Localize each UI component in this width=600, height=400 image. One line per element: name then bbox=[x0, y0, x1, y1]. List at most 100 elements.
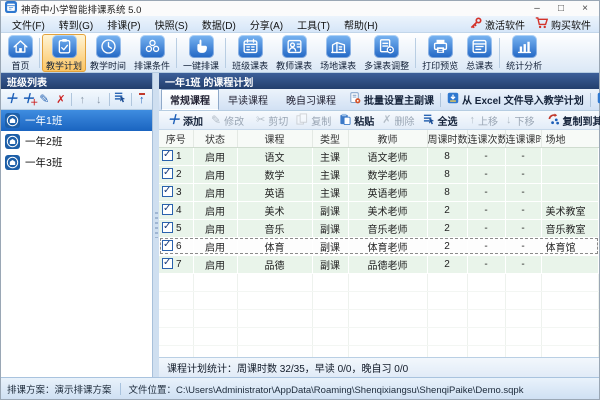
table-row[interactable]: 3 启用 英语 主课 英语老师 8 - - bbox=[159, 183, 599, 202]
sidebar-title: 班级列表 bbox=[1, 73, 152, 89]
column-header[interactable]: 场地 bbox=[541, 130, 599, 148]
paste-button[interactable]: 粘贴 bbox=[335, 113, 378, 128]
class-item-1-3[interactable]: 一年3班 bbox=[1, 152, 152, 173]
toolbar-teacher-schedule[interactable]: 教师课表 bbox=[272, 34, 316, 72]
move-down-button[interactable]: ↓ 下移 bbox=[502, 113, 539, 128]
tab-evening-self-study[interactable]: 晚自习课程 bbox=[277, 89, 345, 110]
column-header[interactable]: 课程 bbox=[237, 130, 313, 148]
course-plan-title: 一年1班 的课程计划 bbox=[159, 73, 599, 89]
add-multiple-classes-button[interactable]: ＋＋ bbox=[20, 91, 38, 108]
move-class-top-button[interactable]: ↑ bbox=[134, 91, 151, 108]
column-header[interactable]: 连课课时 bbox=[505, 130, 542, 148]
table-row[interactable]: 5 启用 音乐 副课 音乐老师 2 - - 音乐教室 bbox=[159, 219, 599, 238]
column-header[interactable]: 类型 bbox=[312, 130, 349, 148]
toolbar-teaching-time[interactable]: 教学时间 bbox=[86, 34, 130, 72]
move-class-down-button[interactable]: ↓ bbox=[91, 91, 108, 108]
column-header[interactable]: 教师 bbox=[348, 130, 428, 148]
delete-class-button[interactable]: ✗ bbox=[53, 91, 70, 108]
tab-row: 常规课程早读课程晚自习课程 批量设置主副课 从 Excel 文件导入教学计划 导… bbox=[159, 89, 600, 111]
tab-regular-courses[interactable]: 常规课程 bbox=[161, 89, 219, 110]
cell-weekly-hours: 8 bbox=[427, 183, 468, 202]
close-button[interactable]: × bbox=[573, 2, 597, 16]
column-header[interactable]: 周课时数 bbox=[427, 130, 468, 148]
menu-schedule[interactable]: 排课(P) bbox=[100, 17, 147, 32]
menu-file[interactable]: 文件(F) bbox=[5, 17, 52, 32]
toolbar-statistics[interactable]: 统计分析 bbox=[502, 34, 546, 72]
row-seq: 3 bbox=[176, 187, 182, 198]
divider bbox=[109, 92, 111, 106]
excel-import-button[interactable]: 从 Excel 文件导入教学计划 bbox=[443, 92, 588, 107]
delete-button[interactable]: ✗ 删除 bbox=[378, 113, 418, 128]
move-up-button[interactable]: ↑ 上移 bbox=[466, 113, 503, 128]
class-icon bbox=[5, 155, 20, 170]
divider bbox=[176, 37, 178, 68]
row-checkbox[interactable] bbox=[162, 149, 173, 161]
cut-button[interactable]: ✂ 剪切 bbox=[252, 113, 292, 128]
modify-course-button[interactable]: ✎ 修改 bbox=[207, 113, 248, 128]
row-checkbox[interactable] bbox=[162, 185, 173, 197]
table-row[interactable]: 4 启用 美术 副课 美术老师 2 - - 美术教室 bbox=[159, 201, 599, 220]
select-classes-button[interactable] bbox=[112, 91, 129, 108]
toolbar-class-schedule[interactable]: 班级课表 bbox=[228, 34, 272, 72]
excel-export-button[interactable]: 导出教学计划到 Excel 文件 bbox=[593, 92, 600, 107]
conditions-icon bbox=[139, 34, 165, 58]
cut-icon: ✂ bbox=[256, 113, 266, 126]
row-checkbox[interactable] bbox=[162, 203, 173, 215]
select-all-button[interactable]: 全选 bbox=[419, 113, 462, 128]
batch-set-course-type-button[interactable]: 批量设置主副课 bbox=[345, 92, 438, 107]
menu-tools[interactable]: 工具(T) bbox=[290, 17, 337, 32]
cell-type: 主课 bbox=[312, 183, 349, 202]
maximize-button[interactable]: □ bbox=[549, 2, 573, 16]
menu-snapshot[interactable]: 快照(S) bbox=[148, 17, 195, 32]
cell-type: 主课 bbox=[312, 165, 349, 184]
row-checkbox[interactable] bbox=[162, 167, 173, 179]
add-class-button[interactable]: ＋ bbox=[3, 91, 20, 108]
toolbar-print-preview[interactable]: 打印预览 bbox=[418, 34, 462, 72]
select-icon bbox=[114, 90, 126, 108]
class-item-1-2[interactable]: 一年2班 bbox=[1, 131, 152, 152]
column-header[interactable]: 连课次数 bbox=[467, 130, 506, 148]
cell-type: 副课 bbox=[312, 201, 349, 220]
move-class-up-button[interactable]: ↑ bbox=[74, 91, 91, 108]
status-file-path: 文件位置：C:\Users\Administrator\AppData\Roam… bbox=[128, 384, 524, 396]
row-checkbox[interactable] bbox=[162, 257, 173, 269]
cell-consecutive-times: - bbox=[467, 255, 506, 274]
tab-morning-reading[interactable]: 早读课程 bbox=[219, 89, 277, 110]
buy-software-link[interactable]: 购买软件 bbox=[535, 16, 591, 32]
table-row[interactable]: 2 启用 数学 主课 数学老师 8 - - bbox=[159, 165, 599, 184]
copy-to-other-class-button[interactable]: 复制到其它班级 bbox=[543, 113, 600, 128]
edit-class-button[interactable]: ✎ bbox=[36, 91, 53, 108]
table-row[interactable]: 1 启用 语文 主课 语文老师 8 - - bbox=[159, 147, 599, 166]
cell-status: 启用 bbox=[193, 165, 238, 184]
activate-software-link[interactable]: 激活软件 bbox=[470, 16, 525, 32]
minimize-button[interactable]: – bbox=[525, 2, 549, 16]
column-header[interactable]: 状态 bbox=[193, 130, 238, 148]
multi-schedule-icon bbox=[374, 34, 400, 58]
copy-button[interactable]: 复制 bbox=[292, 112, 335, 128]
add-icon: ＋ bbox=[4, 91, 18, 106]
row-checkbox[interactable] bbox=[162, 221, 173, 233]
divider bbox=[71, 92, 73, 106]
toolbar-venue-schedule[interactable]: 场地课表 bbox=[316, 34, 360, 72]
table-row[interactable]: 6 启用 体育 副课 体育老师 2 - - 体育馆 bbox=[159, 237, 599, 256]
toolbar-teaching-plan[interactable]: 教学计划 bbox=[42, 33, 87, 72]
class-item-1-1[interactable]: 一年1班 bbox=[1, 110, 152, 131]
menu-help[interactable]: 帮助(H) bbox=[337, 17, 385, 32]
key-icon bbox=[470, 16, 482, 32]
menu-goto[interactable]: 转到(G) bbox=[52, 17, 100, 32]
toolbar-master-schedule[interactable]: 总课表 bbox=[462, 34, 497, 72]
column-header[interactable]: 序号 bbox=[159, 130, 194, 148]
toolbar-multi-schedule-adjust[interactable]: 多课表调整 bbox=[360, 34, 413, 72]
toolbar-conditions[interactable]: 排课条件 bbox=[130, 34, 174, 72]
menu-share[interactable]: 分享(A) bbox=[243, 17, 290, 32]
toolbar-one-click-schedule[interactable]: 一键排课 bbox=[179, 34, 223, 72]
menu-data[interactable]: 数据(D) bbox=[195, 17, 243, 32]
stats-icon bbox=[511, 34, 537, 58]
excel-import-icon bbox=[447, 92, 459, 107]
delete-icon: ✗ bbox=[382, 113, 392, 126]
table-row[interactable]: 7 启用 品德 副课 品德老师 2 - - bbox=[159, 255, 599, 274]
toolbar-home[interactable]: 首页 bbox=[4, 34, 37, 72]
add-course-button[interactable]: ＋ 添加 bbox=[163, 113, 207, 128]
class-sidebar: 班级列表 ＋ ＋＋ ✎ ✗ ↑ ↓ ↑ 一年1班 一年2班 一年3班 bbox=[1, 73, 153, 377]
row-checkbox[interactable] bbox=[162, 239, 173, 251]
